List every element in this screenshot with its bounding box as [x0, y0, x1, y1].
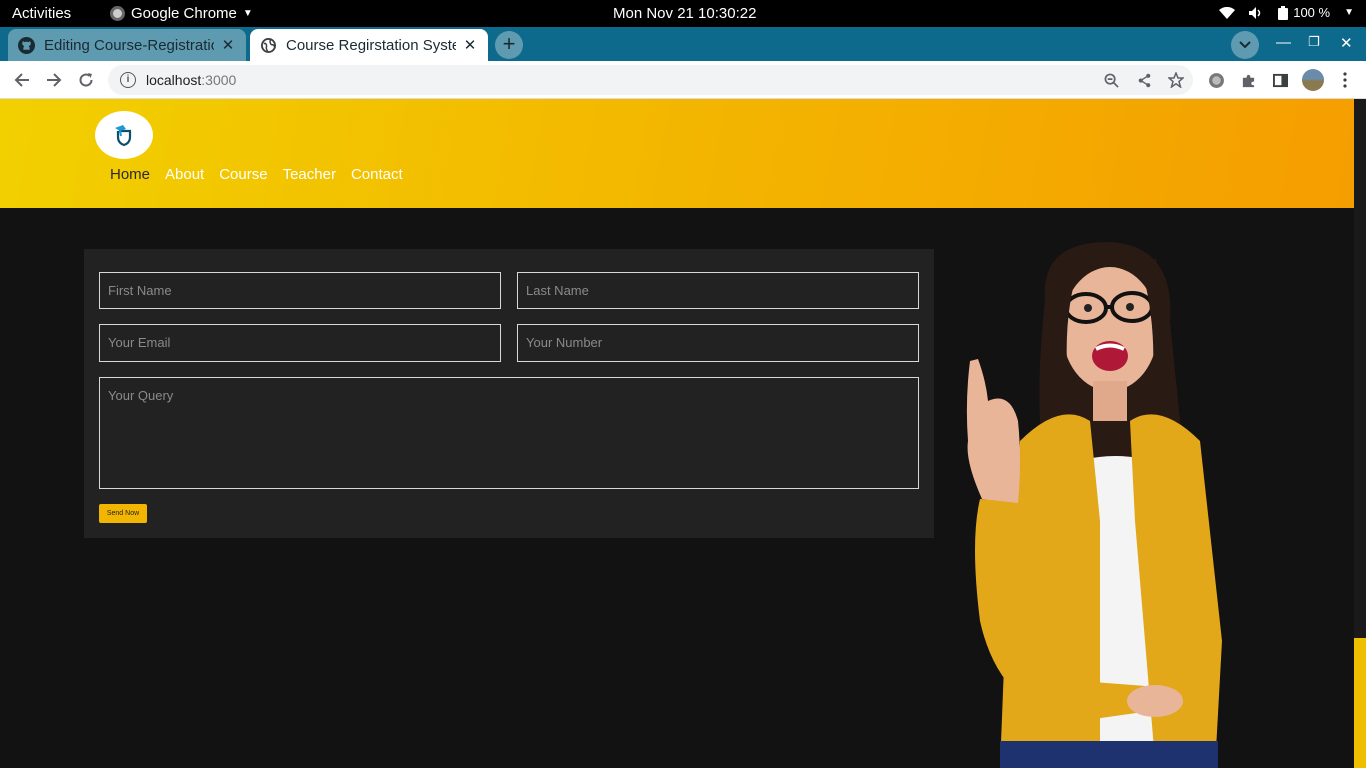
nav-course[interactable]: Course	[219, 166, 267, 183]
woman-pointing-image	[966, 241, 1222, 768]
os-top-bar: Activities Google Chrome ▼ Mon Nov 21 10…	[0, 0, 1366, 27]
url-port: :3000	[201, 72, 237, 88]
app-menu[interactable]: Google Chrome ▼	[110, 5, 253, 22]
system-tray[interactable]: 100 % ▼	[1219, 5, 1354, 20]
bookmark-star-icon[interactable]	[1167, 71, 1185, 89]
shield-logo-icon	[115, 125, 132, 147]
address-bar[interactable]: i localhost:3000	[108, 65, 1193, 95]
browser-toolbar: i localhost:3000	[0, 61, 1366, 99]
chevron-down-icon	[1239, 41, 1251, 49]
tab-strip: Editing Course-Registratio ✕ Course Regi…	[0, 27, 1366, 61]
github-icon	[18, 36, 35, 54]
page-scrollbar[interactable]	[1354, 99, 1366, 768]
volume-icon	[1249, 6, 1261, 19]
reload-icon	[79, 73, 93, 87]
forward-button[interactable]	[44, 70, 64, 90]
tab-search-button[interactable]	[1231, 31, 1259, 59]
reload-button[interactable]	[76, 70, 96, 90]
profile-avatar[interactable]	[1302, 69, 1324, 91]
side-panel-icon[interactable]	[1271, 71, 1289, 89]
share-icon[interactable]	[1135, 71, 1153, 89]
last-name-input[interactable]: Last Name	[517, 272, 919, 309]
globe-icon	[260, 37, 277, 54]
number-input[interactable]: Your Number	[517, 324, 919, 362]
battery-icon	[1278, 5, 1289, 20]
arrow-left-icon	[14, 73, 29, 87]
close-icon[interactable]: ✕	[220, 36, 236, 54]
nav-contact[interactable]: Contact	[351, 166, 403, 183]
contact-form: First Name Last Name Your Email Your Num…	[84, 249, 934, 538]
url-host: localhost	[146, 72, 202, 88]
extension-badge-icon[interactable]	[1207, 71, 1225, 89]
main-nav: Home About Course Teacher Contact	[110, 166, 403, 183]
query-textarea[interactable]: Your Query	[99, 377, 919, 489]
new-tab-button[interactable]: +	[495, 31, 523, 59]
close-icon[interactable]: ✕	[462, 36, 478, 54]
chrome-icon	[110, 6, 125, 21]
wifi-icon	[1219, 6, 1236, 19]
site-header: Home About Course Teacher Contact	[0, 99, 1354, 208]
tray-caret-icon: ▼	[1344, 7, 1354, 18]
close-window-icon[interactable]: ✕	[1340, 34, 1353, 52]
back-button[interactable]	[12, 70, 32, 90]
extensions-puzzle-icon[interactable]	[1239, 71, 1257, 89]
tab-title: Editing Course-Registratio	[44, 36, 214, 54]
app-name: Google Chrome	[131, 5, 237, 22]
battery-indicator: 100 %	[1277, 5, 1330, 20]
tab-editing[interactable]: Editing Course-Registratio ✕	[8, 29, 246, 61]
nav-about[interactable]: About	[165, 166, 204, 183]
site-logo[interactable]	[95, 111, 153, 159]
web-page: Home About Course Teacher Contact First …	[0, 99, 1354, 768]
battery-percent: 100 %	[1293, 5, 1331, 20]
site-info-icon[interactable]: i	[120, 72, 136, 88]
zoom-icon[interactable]	[1102, 71, 1120, 89]
activities-button[interactable]: Activities	[12, 5, 71, 22]
arrow-right-icon	[47, 73, 62, 87]
more-menu-icon[interactable]	[1336, 71, 1354, 89]
send-now-button[interactable]: Send Now	[99, 504, 147, 523]
nav-teacher[interactable]: Teacher	[283, 166, 336, 183]
tab-title: Course Regirstation Syste	[286, 36, 456, 54]
email-input[interactable]: Your Email	[99, 324, 501, 362]
clock[interactable]: Mon Nov 21 10:30:22	[613, 5, 756, 22]
nav-home[interactable]: Home	[110, 166, 150, 183]
first-name-input[interactable]: First Name	[99, 272, 501, 309]
caret-down-icon: ▼	[242, 8, 253, 19]
restore-icon[interactable]: ❐	[1308, 34, 1320, 50]
minimize-icon[interactable]: —	[1276, 34, 1291, 51]
scrollbar-thumb[interactable]	[1354, 638, 1366, 768]
tab-course-registration[interactable]: Course Regirstation Syste ✕	[250, 29, 488, 61]
